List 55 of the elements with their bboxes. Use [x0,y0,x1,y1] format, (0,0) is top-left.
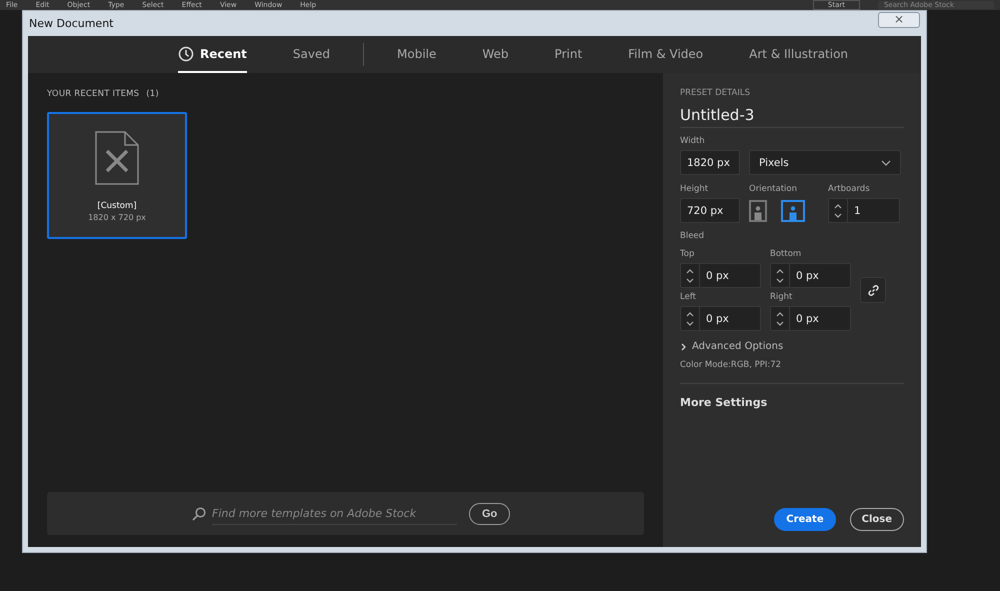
chevron-icon [680,342,687,350]
section-heading: PRESET DETAILS [680,88,751,98]
bleed-field[interactable]: 0 px [680,306,761,331]
person-icon [754,206,762,220]
field-label: Left [680,292,697,302]
close-button[interactable]: × [878,12,920,28]
stepper-arrows-icon [686,310,694,328]
landscape-orientation-button[interactable] [781,200,805,222]
window-title: New Document [28,17,114,30]
height-field[interactable]: 720 px [680,198,740,223]
tab[interactable]: Mobile [374,36,460,73]
bleed-field[interactable]: 0 px [770,263,851,288]
recent-document-card[interactable]: [Custom] 1820 x 720 px [47,112,187,239]
chevron-down-icon [881,160,891,166]
document-size: 1820 x 720 px [88,213,146,222]
field-label: Width [680,136,706,146]
link-button[interactable] [860,277,886,303]
stepper-arrows-icon [834,202,842,220]
tab[interactable]: Art & Illustration [726,36,872,73]
tab[interactable]: Print [532,36,606,73]
tab[interactable]: Film & Video [605,36,726,73]
secondary-button[interactable]: Close [850,508,904,531]
tab[interactable]: Saved [270,36,353,73]
bleed-field[interactable]: 0 px [680,263,761,288]
person-icon [789,206,797,220]
primary-button[interactable]: Create [774,508,836,531]
width-field[interactable]: 1820 px [680,150,740,175]
stepper-arrows-icon [776,266,784,284]
tab[interactable]: Web [459,36,532,73]
artboards-field[interactable]: 1 [828,198,900,223]
link-icon [866,284,880,296]
clock-icon [178,46,194,62]
document-name-field[interactable]: Untitled-3 [680,98,904,128]
portrait-orientation-button[interactable] [749,200,767,222]
color-mode-info: Color Mode:RGB, PPI:72 [680,360,904,384]
section-heading: YOUR RECENT ITEMS [47,89,140,99]
field-label: Artboards [828,184,871,194]
field-label: Orientation [749,184,798,194]
field-label: Right [770,292,794,302]
bleed-field[interactable]: 0 px [770,306,851,331]
units-dropdown[interactable]: Pixels [749,150,901,175]
more-settings-link[interactable]: More Settings [680,396,904,409]
field-label: Bleed [680,231,706,241]
template-search-field[interactable]: Find more templates on Adobe Stock [212,502,457,524]
field-label: Top [680,249,696,259]
advanced-options-toggle[interactable]: Advanced Options [680,341,904,352]
field-label: Bottom [770,249,802,259]
document-name: [Custom] [97,201,137,211]
search-icon [192,506,206,520]
field-label: Height [680,184,710,194]
stepper-arrows-icon [686,266,694,284]
stepper-arrows-icon [776,310,784,328]
go-button[interactable]: Go [469,502,510,524]
document-icon [95,131,139,185]
item-count: (1) [146,89,159,99]
